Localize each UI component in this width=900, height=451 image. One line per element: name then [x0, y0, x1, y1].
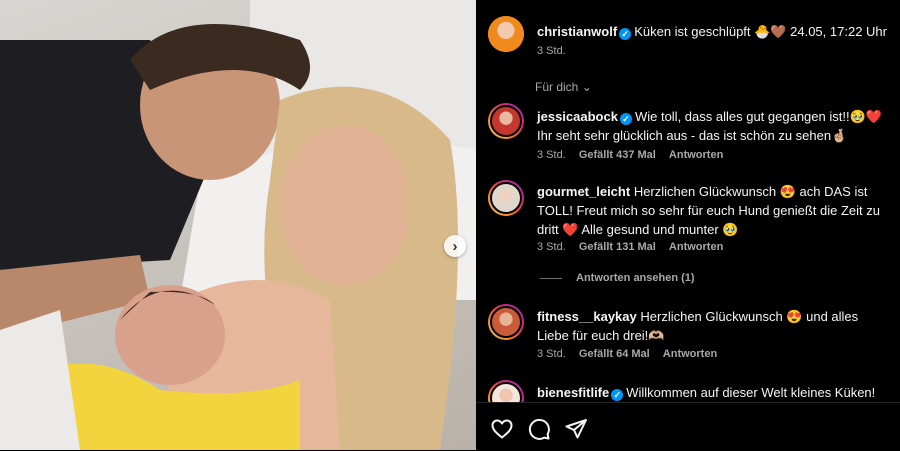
comment-age: 3 Std. [537, 348, 566, 360]
comments-list[interactable]: christianwolf ✓ Küken ist geschlüpft 🐣🤎 24… [476, 0, 900, 402]
reply-button[interactable]: Antworten [663, 348, 717, 360]
heart-icon[interactable] [490, 417, 514, 441]
avatar[interactable] [488, 180, 524, 216]
comment-meta: 3 Std. Gefällt 131 Mal Antworten [537, 241, 733, 253]
reply-button[interactable]: Antworten [669, 241, 723, 253]
photo-illustration [0, 0, 476, 450]
chevron-down-icon: ⌄ [581, 80, 592, 94]
comment: gourmet_leicht Herzlichen Glückwunsch 😍 … [537, 182, 892, 239]
comment-filter-dropdown[interactable]: Für dich ⌄ [535, 80, 592, 94]
comment: fitness__kaykay Herzlichen Glückwunsch 😍… [537, 307, 892, 345]
post-username[interactable]: christianwolf [537, 24, 617, 39]
post-meta: 3 Std. [537, 45, 576, 57]
verified-icon: ✓ [619, 113, 632, 125]
comment-age: 3 Std. [537, 149, 566, 161]
comment-username[interactable]: gourmet_leicht [537, 184, 630, 199]
comment-username[interactable]: fitness__kaykay [537, 309, 637, 324]
comment: jessicaabock ✓ Wie toll, dass alles gut ge… [537, 107, 892, 145]
comment-username[interactable]: bienesfitlife [537, 385, 609, 400]
avatar[interactable] [488, 304, 524, 340]
post-age: 3 Std. [537, 45, 566, 57]
comment-username[interactable]: jessicaabock [537, 109, 618, 124]
comment-age: 3 Std. [537, 241, 566, 253]
chevron-right-icon: › [452, 237, 458, 255]
avatar[interactable] [488, 103, 524, 139]
view-replies-label: Antworten ansehen (1) [576, 272, 695, 284]
comment: bienesfitlife ✓ Willkommen auf dieser Welt… [537, 383, 892, 402]
post-photo: › [0, 0, 476, 450]
filter-label: Für dich [535, 80, 579, 94]
comment-icon[interactable] [527, 417, 551, 441]
comment-likes[interactable]: Gefällt 131 Mal [579, 241, 656, 253]
post-caption: christianwolf ✓ Küken ist geschlüpft 🐣🤎 24… [537, 22, 892, 41]
verified-icon: ✓ [619, 28, 632, 40]
comment-likes[interactable]: Gefällt 64 Mal [579, 348, 650, 360]
comment-likes[interactable]: Gefällt 437 Mal [579, 149, 656, 161]
share-icon[interactable] [564, 417, 588, 441]
comment-meta: 3 Std. Gefällt 64 Mal Antworten [537, 348, 727, 360]
action-bar [476, 402, 900, 451]
comment-meta: 3 Std. Gefällt 437 Mal Antworten [537, 149, 733, 161]
verified-icon: ✓ [611, 389, 624, 401]
comments-panel: christianwolf ✓ Küken ist geschlüpft 🐣🤎 24… [476, 0, 900, 450]
avatar[interactable] [488, 16, 524, 52]
caption-text: Küken ist geschlüpft 🐣🤎 24.05, 17:22 Uhr [634, 24, 887, 39]
next-photo-button[interactable]: › [444, 235, 466, 257]
divider [540, 277, 562, 279]
avatar[interactable] [488, 380, 524, 402]
view-replies-button[interactable]: Antworten ansehen (1) [540, 272, 695, 284]
comment-text: Willkommen auf dieser Welt kleines Küken… [626, 385, 876, 400]
reply-button[interactable]: Antworten [669, 149, 723, 161]
